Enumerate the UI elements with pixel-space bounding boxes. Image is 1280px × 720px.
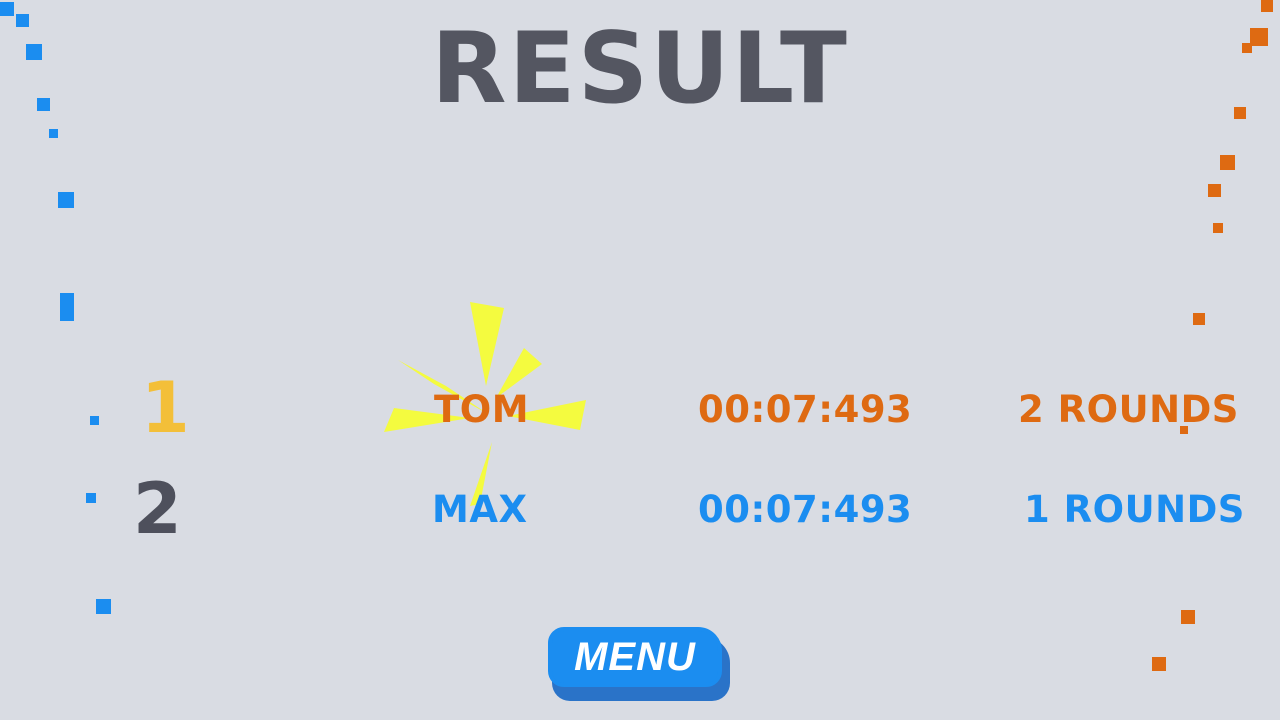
result-screen: RESULT 1 TOM 00:07:493 2 ROUNDS 2 MAX 00… <box>0 0 1280 720</box>
result-row: 2 MAX 00:07:493 1 ROUNDS <box>0 0 1280 720</box>
round-count: 1 ROUNDS <box>1024 488 1245 531</box>
menu-button-container[interactable]: MENU <box>548 627 732 703</box>
player-name: MAX <box>432 488 528 531</box>
menu-button[interactable]: MENU <box>548 627 722 687</box>
finish-time: 00:07:493 <box>698 488 913 531</box>
rank-number: 2 <box>133 468 182 550</box>
